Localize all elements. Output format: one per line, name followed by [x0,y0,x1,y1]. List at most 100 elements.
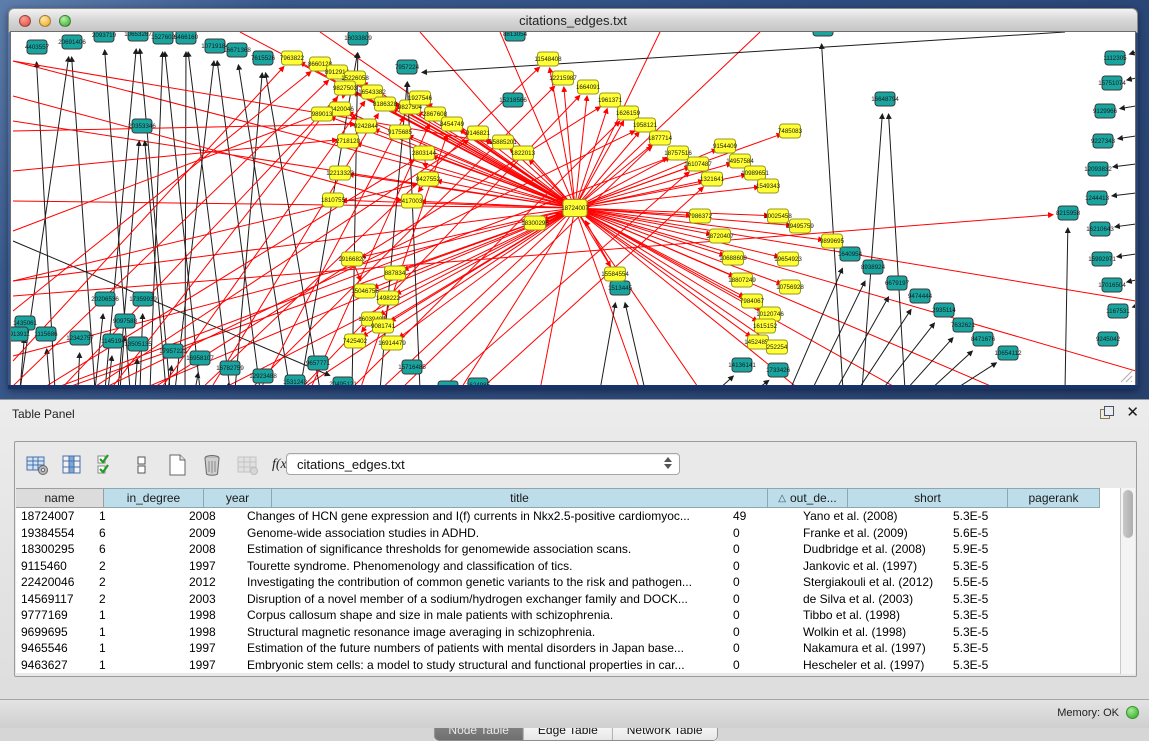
edge[interactable] [195,373,198,385]
yellow-node[interactable]: 7963822 [280,51,305,65]
table-cell[interactable]: 1 [94,509,184,523]
teal-node[interactable]: 3913911 [11,327,30,341]
edge[interactable] [200,67,539,385]
teal-node[interactable]: 1733426 [766,363,791,377]
teal-node[interactable]: 6466160 [174,32,199,44]
table-options-button[interactable] [24,452,50,478]
table-cell[interactable]: Genome-wide association studies in ADHD. [242,526,728,540]
edge[interactable] [300,208,575,385]
table-cell[interactable]: 1997 [184,559,242,573]
yellow-node[interactable]: 19166827 [338,252,366,266]
table-cell[interactable]: 18724007 [16,509,94,523]
teal-node[interactable]: 1167531 [1106,304,1130,318]
table-cell[interactable]: Tourette syndrome. Phenomenology and cla… [242,559,728,573]
yellow-node[interactable]: 1822013 [511,146,536,160]
table-cell[interactable]: 0 [728,542,798,556]
table-cell[interactable]: 2008 [184,542,242,556]
edge[interactable] [140,49,170,385]
table-cell[interactable]: Tibbo et al. (1998) [798,608,948,622]
table-cell[interactable]: Yano et al. (2008) [798,509,948,523]
table-cell[interactable]: 2 [94,592,184,606]
edge[interactable] [882,323,934,385]
yellow-node[interactable]: 19654923 [774,252,802,266]
yellow-node[interactable]: 252254 [767,340,788,354]
teal-node[interactable]: 9245042 [1096,332,1121,346]
show-columns-button[interactable] [59,452,85,478]
teal-node[interactable]: 12923488 [249,369,277,383]
yellow-node[interactable]: 9175685 [388,125,413,139]
teal-node[interactable]: 20691406 [58,35,86,49]
edge[interactable] [625,303,645,385]
table-row[interactable]: 946362711997Embryonic stem cells: a mode… [16,657,1120,674]
yellow-node[interactable]: 9899695 [820,234,845,248]
yellow-node[interactable]: 887834 [385,266,406,280]
table-cell[interactable]: 0 [728,641,798,655]
yellow-node[interactable]: 8186328 [373,97,398,111]
edge[interactable] [13,208,575,356]
table-cell[interactable]: 6 [94,526,184,540]
teal-node[interactable]: 15992971 [1088,252,1116,266]
yellow-node[interactable]: 9081741 [371,319,396,333]
table-cell[interactable]: 0 [728,526,798,540]
table-row[interactable]: 2242004622012Investigating the contribut… [16,574,1120,591]
yellow-node[interactable]: 12213323 [326,166,354,180]
yellow-node[interactable]: 12215987 [549,71,577,85]
window-titlebar[interactable]: citations_edges.txt [8,8,1138,33]
teal-node[interactable]: 7615526 [251,51,276,65]
hub-node[interactable]: 18724007 [561,200,589,217]
teal-node[interactable]: 17957223 [159,344,187,358]
teal-node[interactable]: 9657771 [306,356,331,370]
yellow-node[interactable]: 9154409 [713,139,738,153]
table-cell[interactable]: 9463627 [16,658,94,672]
minimize-window-button[interactable] [39,15,51,27]
column-header-pagerank[interactable]: pagerank [1008,488,1100,508]
teal-node[interactable]: 8215958 [1056,206,1081,220]
yellow-node[interactable]: 11548408 [534,52,562,66]
teal-node[interactable]: 12093832 [1084,162,1112,176]
teal-node[interactable]: 1112305 [1103,51,1127,65]
yellow-node[interactable]: 18807249 [728,273,756,287]
teal-node[interactable]: 16671368 [223,43,251,57]
network-canvas[interactable]: 4403557206914062093719106532871527602646… [10,31,1136,386]
teal-node[interactable]: 10653287 [124,32,152,41]
table-cell[interactable]: 2008 [184,509,242,523]
yellow-node[interactable]: 1927546 [408,91,433,105]
yellow-node[interactable]: 1810755 [321,193,346,207]
teal-node[interactable]: 12342757 [66,331,94,345]
row-options-button[interactable] [129,452,155,478]
window-resize-grip[interactable] [1118,368,1133,383]
edge[interactable] [575,208,1000,385]
edge[interactable] [1127,280,1135,282]
teal-node[interactable]: 1115686 [34,327,58,341]
teal-node[interactable]: 15218566 [499,93,527,107]
edge[interactable] [906,338,953,385]
table-cell[interactable]: 2 [94,575,184,589]
table-cell[interactable]: Jankovic et al. (1997) [798,559,948,573]
edge[interactable] [540,208,575,385]
yellow-node[interactable]: 7485083 [778,124,803,138]
teal-node[interactable]: 19825413 [809,32,837,36]
table-cell[interactable]: Changes of HCN gene expression and I(f) … [242,509,728,523]
yellow-node[interactable]: 2803144 [412,146,437,160]
teal-node[interactable]: 8471676 [971,332,996,346]
table-cell[interactable]: Stergiakouli et al. (2012) [798,575,948,589]
table-cell[interactable]: 5.3E-5 [948,625,1030,639]
table-cell[interactable]: 1998 [184,608,242,622]
yellow-node[interactable]: 8427552 [416,172,441,186]
yellow-node[interactable]: 7984067 [740,294,765,308]
table-cell[interactable]: 2012 [184,575,242,589]
table-row[interactable]: 946554611997Estimation of the future num… [16,640,1120,657]
teal-node[interactable]: 9474444 [908,289,933,303]
yellow-node[interactable]: 8454749 [440,117,465,131]
table-cell[interactable]: Nakamura et al. (1997) [798,641,948,655]
table-cell[interactable]: de Silva et al. (2003) [798,592,948,606]
table-cell[interactable]: Embryonic stem cells: a model to study s… [242,658,728,672]
yellow-node[interactable]: 7986372 [688,209,713,223]
table-cell[interactable]: 5.3E-5 [948,641,1030,655]
teal-node[interactable]: 7632621 [951,318,976,332]
teal-node[interactable]: 1244413 [1085,191,1110,205]
create-column-button[interactable] [164,452,190,478]
table-row[interactable]: 1456911722003Disruption of a novel membe… [16,591,1120,608]
scrollbar-thumb[interactable] [1123,490,1133,538]
table-cell[interactable]: 22420046 [16,575,94,589]
